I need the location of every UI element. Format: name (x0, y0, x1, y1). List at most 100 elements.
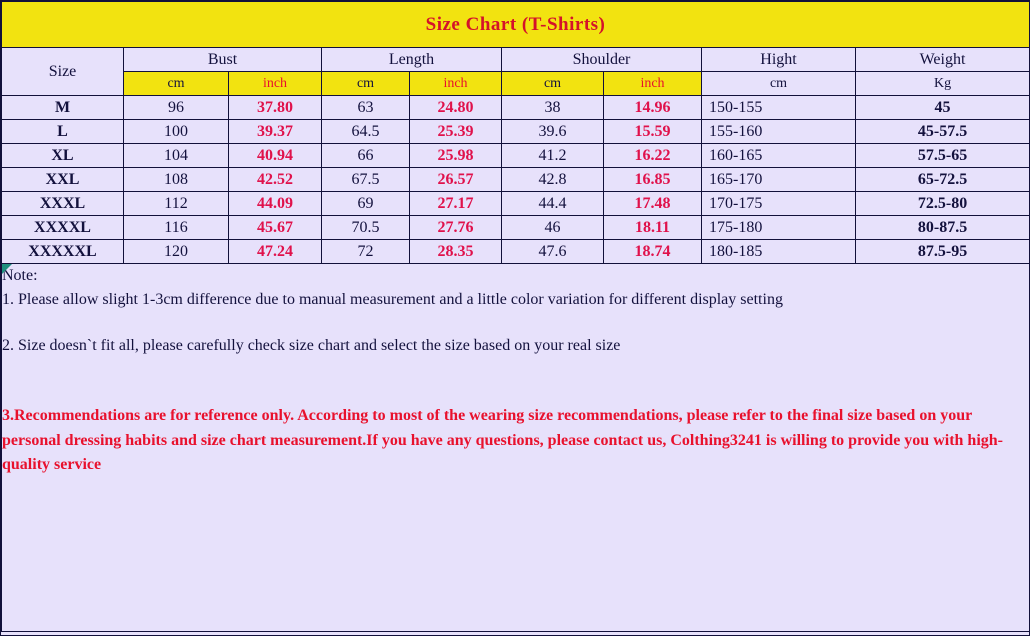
cell-hight: 155-160 (701, 119, 856, 144)
note-item-2: 2. Size doesn`t fit all, please carefull… (2, 337, 621, 354)
header-hight: Hight (701, 47, 856, 72)
unit-shoulder-inch: inch (603, 71, 702, 96)
unit-length-inch: inch (409, 71, 502, 96)
cell-bust-cm: 108 (123, 167, 229, 192)
notes-row: Note: 1. Please allow slight 1-3cm diffe… (0, 263, 1031, 632)
cell-bust-inch: 40.94 (228, 143, 322, 168)
cell-size: M (1, 95, 124, 120)
group-header-row: Size Bust Length Shoulder Hight Weight (1, 47, 1031, 96)
table-row: XXL 108 42.52 67.5 26.57 42.8 16.85 165-… (1, 167, 1031, 192)
header-shoulder: Shoulder (501, 47, 702, 72)
cell-weight: 65-72.5 (854, 167, 1031, 192)
cell-shoulder-cm: 46 (501, 215, 604, 240)
cell-bust-inch: 39.37 (228, 119, 322, 144)
table-row: XXXL 112 44.09 69 27.17 44.4 17.48 170-1… (1, 191, 1031, 216)
unit-hight-cm: cm (701, 71, 856, 96)
header-size: Size (1, 47, 124, 96)
header-length: Length (321, 47, 502, 72)
table-row: XXXXXL 120 47.24 72 28.35 47.6 18.74 180… (1, 239, 1031, 264)
unit-weight-kg: Kg (854, 71, 1031, 96)
note-item-1: 1. Please allow slight 1-3cm difference … (2, 291, 783, 308)
cell-shoulder-inch: 18.74 (603, 239, 702, 264)
cell-bust-cm: 112 (123, 191, 229, 216)
cell-length-cm: 66 (321, 143, 410, 168)
cell-shoulder-cm: 41.2 (501, 143, 604, 168)
table-row: XL 104 40.94 66 25.98 41.2 16.22 160-165… (1, 143, 1031, 168)
cell-shoulder-inch: 17.48 (603, 191, 702, 216)
header-weight: Weight (854, 47, 1031, 72)
notes-spacer (2, 358, 1029, 404)
cell-length-cm: 72 (321, 239, 410, 264)
cell-hight: 160-165 (701, 143, 856, 168)
unit-bust-inch: inch (228, 71, 322, 96)
cell-bust-inch: 44.09 (228, 191, 322, 216)
cell-length-cm: 63 (321, 95, 410, 120)
table-row: M 96 37.80 63 24.80 38 14.96 150-155 45 (1, 95, 1031, 120)
unit-header-row: cm inch cm inch cm inch cm Kg (2, 71, 1031, 96)
cell-bust-cm: 120 (123, 239, 229, 264)
cell-length-cm: 64.5 (321, 119, 410, 144)
cell-shoulder-inch: 16.85 (603, 167, 702, 192)
comment-flag-icon (2, 264, 12, 274)
cell-size: XXL (1, 167, 124, 192)
cell-shoulder-cm: 47.6 (501, 239, 604, 264)
cell-hight: 165-170 (701, 167, 856, 192)
cell-bust-cm: 100 (123, 119, 229, 144)
table-row: L 100 39.37 64.5 25.39 39.6 15.59 155-16… (1, 119, 1031, 144)
cell-size: XXXL (1, 191, 124, 216)
cell-weight: 80-87.5 (854, 215, 1031, 240)
cell-length-inch: 28.35 (409, 239, 502, 264)
cell-length-cm: 69 (321, 191, 410, 216)
cell-weight: 72.5-80 (854, 191, 1031, 216)
cell-length-inch: 25.39 (409, 119, 502, 144)
cell-length-inch: 24.80 (409, 95, 502, 120)
unit-bust-cm: cm (123, 71, 229, 96)
cell-length-inch: 26.57 (409, 167, 502, 192)
unit-length-cm: cm (321, 71, 410, 96)
chart-title-cell: Size Chart (T-Shirts) (0, 1, 1031, 48)
cell-size: XXXXL (1, 215, 124, 240)
cell-shoulder-inch: 18.11 (603, 215, 702, 240)
cell-hight: 175-180 (701, 215, 856, 240)
cell-size: XXXXXL (1, 239, 124, 264)
cell-length-inch: 25.98 (409, 143, 502, 168)
cell-shoulder-cm: 38 (501, 95, 604, 120)
cell-hight: 170-175 (701, 191, 856, 216)
cell-length-inch: 27.76 (409, 215, 502, 240)
cell-bust-cm: 116 (123, 215, 229, 240)
cell-bust-inch: 45.67 (228, 215, 322, 240)
table-row: XXXXL 116 45.67 70.5 27.76 46 18.11 175-… (1, 215, 1031, 240)
cell-shoulder-cm: 44.4 (501, 191, 604, 216)
size-chart-sheet: Size Chart (T-Shirts) Size Bust Length S… (0, 0, 1031, 636)
cell-shoulder-inch: 14.96 (603, 95, 702, 120)
cell-shoulder-inch: 15.59 (603, 119, 702, 144)
note-item-3: 3.Recommendations are for reference only… (2, 407, 1003, 473)
cell-hight: 180-185 (701, 239, 856, 264)
cell-length-cm: 70.5 (321, 215, 410, 240)
cell-bust-cm: 104 (123, 143, 229, 168)
cell-weight: 57.5-65 (854, 143, 1031, 168)
cell-weight: 45-57.5 (854, 119, 1031, 144)
cell-shoulder-cm: 39.6 (501, 119, 604, 144)
cell-length-inch: 27.17 (409, 191, 502, 216)
cell-weight: 87.5-95 (854, 239, 1031, 264)
cell-size: XL (1, 143, 124, 168)
cell-shoulder-inch: 16.22 (603, 143, 702, 168)
cell-weight: 45 (854, 95, 1031, 120)
notes-spacer (2, 312, 1029, 334)
cell-bust-inch: 42.52 (228, 167, 322, 192)
size-chart-table: Size Chart (T-Shirts) Size Bust Length S… (0, 1, 1031, 632)
cell-size: L (1, 119, 124, 144)
cell-hight: 150-155 (701, 95, 856, 120)
cell-bust-inch: 47.24 (228, 239, 322, 264)
unit-shoulder-cm: cm (501, 71, 604, 96)
page-title: Size Chart (T-Shirts) (425, 13, 606, 35)
title-row: Size Chart (T-Shirts) (0, 1, 1031, 48)
notes-cell: Note: 1. Please allow slight 1-3cm diffe… (0, 263, 1031, 632)
cell-length-cm: 67.5 (321, 167, 410, 192)
cell-shoulder-cm: 42.8 (501, 167, 604, 192)
cell-bust-inch: 37.80 (228, 95, 322, 120)
cell-bust-cm: 96 (123, 95, 229, 120)
notes-heading: Note: (2, 267, 38, 284)
header-bust: Bust (123, 47, 322, 72)
